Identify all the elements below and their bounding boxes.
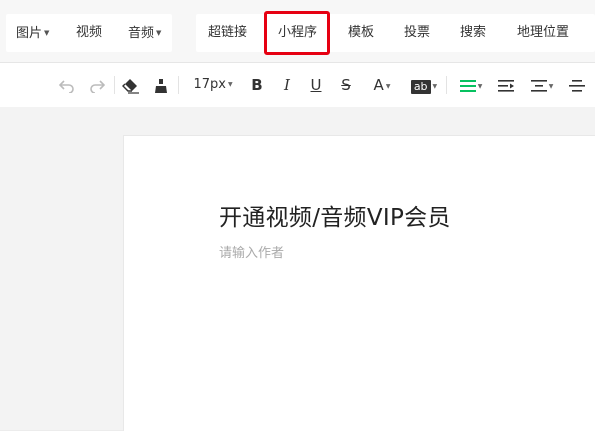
menu-vote-label: 投票 [404,25,431,40]
menu-vote[interactable]: 投票 [404,14,430,52]
italic-icon: I [284,76,290,94]
font-color-icon: A [373,76,384,94]
font-size-value: 17px [193,77,226,92]
menu-location-label: 地理位置 [517,25,570,40]
strikethrough-button[interactable]: S [336,63,356,107]
italic-button[interactable]: I [277,63,297,107]
format-toolbar: 17px ▼ B I U S A ▼ ab ▼ ▼ ▼ [0,62,595,108]
toolbar-divider [178,76,179,94]
undo-icon [58,79,74,94]
menu-hyperlink[interactable]: 超链接 [208,14,247,52]
menu-image-label: 图片 [16,26,43,41]
strikethrough-icon: S [341,76,351,94]
menu-audio[interactable]: 音频 ▼ [128,14,161,52]
redo-icon [90,79,106,94]
menu-image[interactable]: 图片 ▼ [16,14,49,52]
toolbar-divider [446,76,447,94]
align-left-icon [459,79,476,92]
background-color-button[interactable]: ab ▼ [407,63,441,107]
menu-template[interactable]: 模板 [348,14,374,52]
menu-search-label: 搜索 [460,25,487,40]
highlight-box [264,11,330,55]
author-input[interactable]: 请输入作者 [219,242,284,261]
eraser-icon [122,78,139,94]
redo-button[interactable] [86,63,108,107]
underline-button[interactable]: U [306,63,326,107]
paragraph-spacing-button[interactable] [567,63,587,107]
chevron-down-icon: ▼ [156,29,162,37]
indent-icon [498,79,514,92]
background-color-icon: ab [410,80,431,94]
indent-button[interactable] [496,63,516,107]
chevron-down-icon: ▼ [432,83,438,90]
chevron-down-icon: ▼ [548,83,554,90]
chevron-down-icon: ▼ [44,29,50,37]
line-spacing-button[interactable]: ▼ [526,63,558,107]
menu-video-label: 视频 [76,25,103,40]
font-size-select[interactable]: 17px ▼ [189,63,237,107]
menu-hyperlink-label: 超链接 [208,25,248,40]
article-title[interactable]: 开通视频/音频VIP会员 [219,198,451,232]
toolbar-divider [114,76,115,94]
menu-audio-label: 音频 [128,26,155,41]
align-center-icon [569,79,585,92]
undo-button[interactable] [56,63,78,107]
underline-icon: U [310,76,322,94]
chevron-down-icon: ▼ [477,83,483,90]
menu-search[interactable]: 搜索 [460,14,486,52]
format-brush-icon [155,78,167,93]
chevron-down-icon: ▼ [227,81,233,88]
chevron-down-icon: ▼ [385,83,391,90]
menu-template-label: 模板 [348,25,375,40]
menu-video[interactable]: 视频 [76,14,102,52]
editor-page[interactable] [123,135,595,431]
clear-format-button[interactable] [120,63,142,107]
bold-button[interactable]: B [247,63,267,107]
menu-location[interactable]: 地理位置 [517,14,569,52]
format-painter-button[interactable] [150,63,172,107]
align-button[interactable]: ▼ [455,63,487,107]
bold-icon: B [251,76,263,94]
insert-menu-bar: 图片 ▼ 视频 音频 ▼ 超链接 小程序 模板 投票 搜索 地理位置 [0,0,595,62]
line-spacing-icon [530,79,547,92]
font-color-button[interactable]: A ▼ [366,63,398,107]
